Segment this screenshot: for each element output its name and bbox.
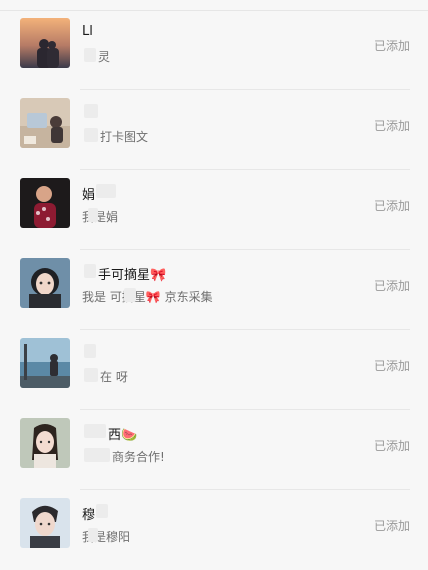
contact-note: 我是 可摘星🎀 京东采集 xyxy=(82,290,213,304)
avatar xyxy=(20,498,70,548)
avatar xyxy=(20,258,70,308)
contact-list: Ll 灵 已添加 打卡图文 已添加 娟 我是娟 已添加 手可摘星🎀 我是 可摘星… xyxy=(0,0,428,555)
added-status: 已添加 xyxy=(373,439,410,453)
avatar xyxy=(20,18,70,68)
added-status: 已添加 xyxy=(373,119,410,133)
avatar xyxy=(20,98,70,148)
list-item[interactable]: 穆 我是穆阳 已添加 xyxy=(0,490,428,570)
added-status: 已添加 xyxy=(373,39,410,53)
avatar xyxy=(20,338,70,388)
added-status: 已添加 xyxy=(373,279,410,293)
list-item[interactable]: 西🍉 商务合作! 已添加 xyxy=(0,410,428,490)
list-item[interactable]: 在 呀 已添加 xyxy=(0,330,428,410)
contact-note: 在 呀 xyxy=(100,370,128,384)
contact-name: 娟 xyxy=(82,188,96,203)
avatar xyxy=(20,178,70,228)
contact-note: 灵 xyxy=(98,50,111,64)
list-item[interactable]: 手可摘星🎀 我是 可摘星🎀 京东采集 已添加 xyxy=(0,250,428,330)
contact-note: 打卡图文 xyxy=(100,130,149,144)
contact-name: 穆 xyxy=(82,508,96,523)
contact-name: 手可摘星🎀 xyxy=(98,268,167,283)
added-status: 已添加 xyxy=(373,519,410,533)
contact-name: 西🍉 xyxy=(108,428,138,443)
contact-note: 商务合作! xyxy=(112,450,165,464)
avatar xyxy=(20,418,70,468)
contact-name: Ll xyxy=(82,24,93,39)
list-item[interactable]: 打卡图文 已添加 xyxy=(0,90,428,170)
added-status: 已添加 xyxy=(373,359,410,373)
list-item[interactable]: 娟 我是娟 已添加 xyxy=(0,170,428,250)
added-status: 已添加 xyxy=(373,199,410,213)
list-item[interactable]: Ll 灵 已添加 xyxy=(0,10,428,90)
